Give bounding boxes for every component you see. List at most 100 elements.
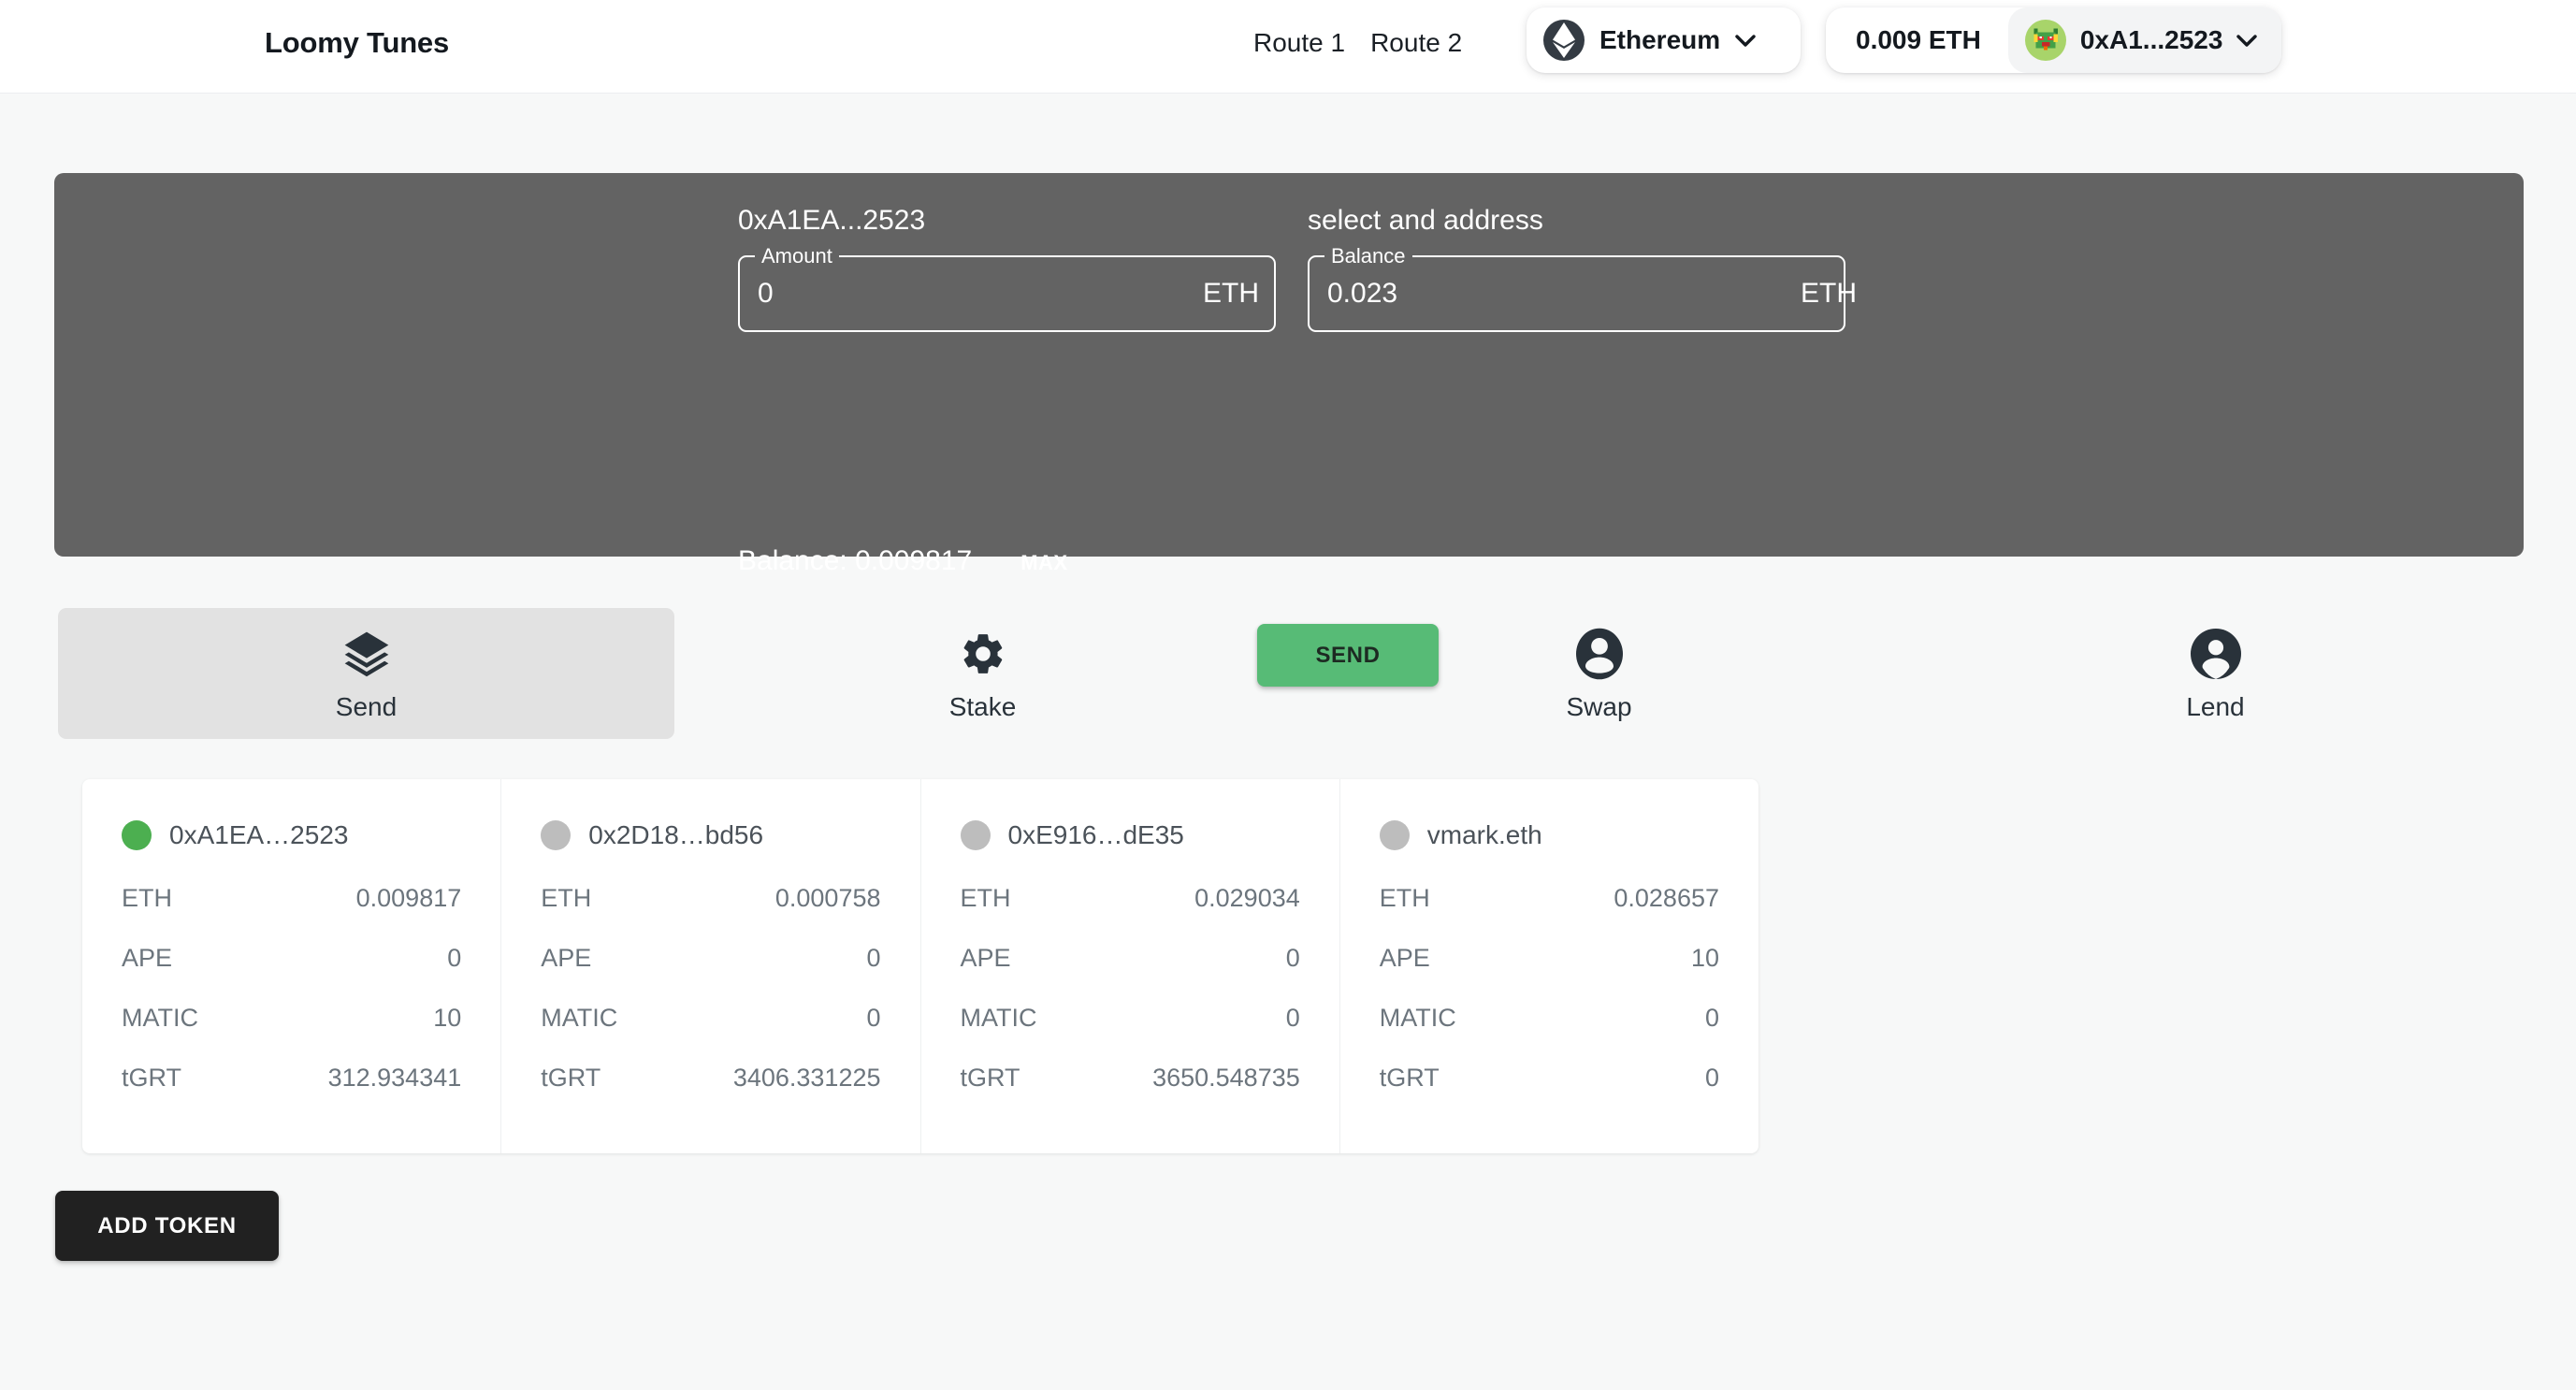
token-row: tGRT 3406.331225 <box>541 1064 880 1093</box>
token-balance: 3406.331225 <box>732 1064 881 1092</box>
token-row: MATIC 0 <box>541 1004 880 1033</box>
status-dot <box>122 820 152 850</box>
token-symbol: ETH <box>960 884 1011 912</box>
app-header: Loomy Tunes Route 1 Route 2 Ethereum 0.0… <box>0 0 2576 94</box>
token-balance: 0.009817 <box>355 884 462 912</box>
chevron-down-icon <box>2236 34 2258 47</box>
amount-input[interactable] <box>758 278 1203 310</box>
account-card-header: 0x2D18…bd56 <box>541 820 880 850</box>
token-balance: 0.000758 <box>774 884 881 912</box>
token-symbol: MATIC <box>541 1004 618 1032</box>
account-card-header: 0xA1EA…2523 <box>122 820 461 850</box>
token-row: ETH 0.029034 <box>961 884 1300 913</box>
chain-selector-button[interactable]: Ethereum <box>1527 7 1801 73</box>
token-symbol: MATIC <box>122 1004 198 1032</box>
token-symbol: tGRT <box>122 1064 182 1092</box>
token-balance: 10 <box>433 1004 462 1032</box>
add-token-button[interactable]: ADD TOKEN <box>55 1191 279 1261</box>
token-row: ETH 0.009817 <box>122 884 461 913</box>
nav-link-route-1[interactable]: Route 1 <box>1253 28 1345 58</box>
balance-input-label: Balance <box>1324 245 1412 268</box>
account-card[interactable]: 0xA1EA…2523 ETH 0.009817 APE 0 MATIC 10 … <box>82 779 502 1153</box>
wallet-balance-label: 0.009 ETH <box>1856 25 1981 54</box>
token-row: APE 0 <box>961 944 1300 973</box>
tab-stake[interactable]: Stake <box>674 608 1291 739</box>
to-field-group: select and address Balance ETH <box>1308 205 1857 332</box>
account-card-header: vmark.eth <box>1379 820 1719 850</box>
token-row: MATIC 0 <box>1380 1004 1719 1033</box>
token-symbol: APE <box>1379 944 1430 972</box>
token-row: ETH 0.028657 <box>1380 884 1719 913</box>
tab-stake-label: Stake <box>948 692 1017 721</box>
token-balance: 0 <box>866 1004 881 1032</box>
token-balance: 3650.548735 <box>1152 1064 1300 1092</box>
tab-swap[interactable]: Swap <box>1291 608 1907 739</box>
chevron-down-icon <box>1735 34 1756 47</box>
token-row: MATIC 10 <box>122 1004 461 1033</box>
token-symbol: MATIC <box>960 1004 1037 1032</box>
nav-link-route-2[interactable]: Route 2 <box>1370 28 1462 58</box>
token-balance: 0 <box>866 944 881 972</box>
account-card-list: 0xA1EA…2523 ETH 0.009817 APE 0 MATIC 10 … <box>82 779 1758 1153</box>
token-symbol: APE <box>541 944 592 972</box>
amount-input-wrapper: Amount ETH <box>738 245 1276 332</box>
token-row: tGRT 0 <box>1380 1064 1719 1093</box>
tab-send[interactable]: Send <box>58 608 674 739</box>
amount-currency-adornment: ETH <box>1203 278 1259 309</box>
balance-input-wrapper: Balance ETH <box>1308 245 1857 332</box>
account-card[interactable]: vmark.eth ETH 0.028657 APE 10 MATIC 0 tG… <box>1340 779 1758 1153</box>
balance-currency-adornment: ETH <box>1801 278 1857 309</box>
token-row: MATIC 0 <box>961 1004 1300 1033</box>
tab-lend[interactable]: Lend <box>1907 608 2524 739</box>
from-field-group: 0xA1EA...2523 Amount ETH <box>738 205 1276 332</box>
tab-send-label: Send <box>335 692 398 721</box>
max-button[interactable]: MAX <box>1020 551 1067 575</box>
token-balance: 0 <box>1704 1064 1719 1092</box>
status-dot <box>541 820 572 850</box>
from-address-label: 0xA1EA...2523 <box>738 205 926 236</box>
token-row: ETH 0.000758 <box>541 884 880 913</box>
token-balance: 0 <box>447 944 462 972</box>
amount-input-label: Amount <box>755 245 839 268</box>
token-symbol: MATIC <box>1379 1004 1456 1032</box>
token-row: APE 10 <box>1380 944 1719 973</box>
brand-title: Loomy Tunes <box>265 26 450 59</box>
gear-icon <box>959 625 1007 683</box>
token-symbol: tGRT <box>541 1064 601 1092</box>
account-card-header: 0xE916…dE35 <box>960 820 1300 850</box>
token-balance: 312.934341 <box>327 1064 462 1092</box>
account-circle-icon <box>2190 625 2241 683</box>
token-balance: 0.028657 <box>1614 884 1719 912</box>
account-card[interactable]: 0xE916…dE35 ETH 0.029034 APE 0 MATIC 0 t… <box>921 779 1340 1153</box>
token-balance: 0 <box>1285 1004 1300 1032</box>
action-tabs: Send Stake Swap Lend <box>58 608 2524 739</box>
account-address-label: vmark.eth <box>1426 820 1542 849</box>
balance-input[interactable] <box>1327 278 1787 310</box>
token-symbol: tGRT <box>960 1064 1020 1092</box>
wallet-address-label: 0xA1...2523 <box>2079 25 2223 54</box>
avatar <box>2024 20 2066 61</box>
account-address-label: 0xE916…dE35 <box>1007 820 1184 849</box>
token-balance: 0 <box>1704 1004 1719 1032</box>
wallet-button[interactable]: 0.009 ETH 0xA1...2523 <box>1826 7 2282 73</box>
ethereum-icon <box>1543 20 1585 61</box>
header-nav: Route 1 Route 2 <box>1253 28 1462 58</box>
token-symbol: APE <box>122 944 173 972</box>
transfer-panel: 0xA1EA...2523 Amount ETH select and addr… <box>54 173 2524 687</box>
status-dot <box>960 820 991 850</box>
token-balance: 0 <box>1285 944 1300 972</box>
token-row: tGRT 312.934341 <box>122 1064 461 1093</box>
token-symbol: ETH <box>1379 884 1430 912</box>
tab-swap-label: Swap <box>1566 692 1632 721</box>
balance-row: Balance: 0.009817 MAX <box>738 545 1068 577</box>
token-row: APE 0 <box>541 944 880 973</box>
account-card[interactable]: 0x2D18…bd56 ETH 0.000758 APE 0 MATIC 0 t… <box>501 779 921 1153</box>
wallet-address-pill[interactable]: 0xA1...2523 <box>2007 7 2282 73</box>
token-symbol: APE <box>960 944 1011 972</box>
layers-icon <box>340 625 393 683</box>
token-symbol: ETH <box>541 884 592 912</box>
status-dot <box>1379 820 1410 850</box>
token-symbol: ETH <box>122 884 172 912</box>
tab-lend-label: Lend <box>2186 692 2245 721</box>
available-balance-label: Balance: 0.009817 <box>738 545 973 576</box>
